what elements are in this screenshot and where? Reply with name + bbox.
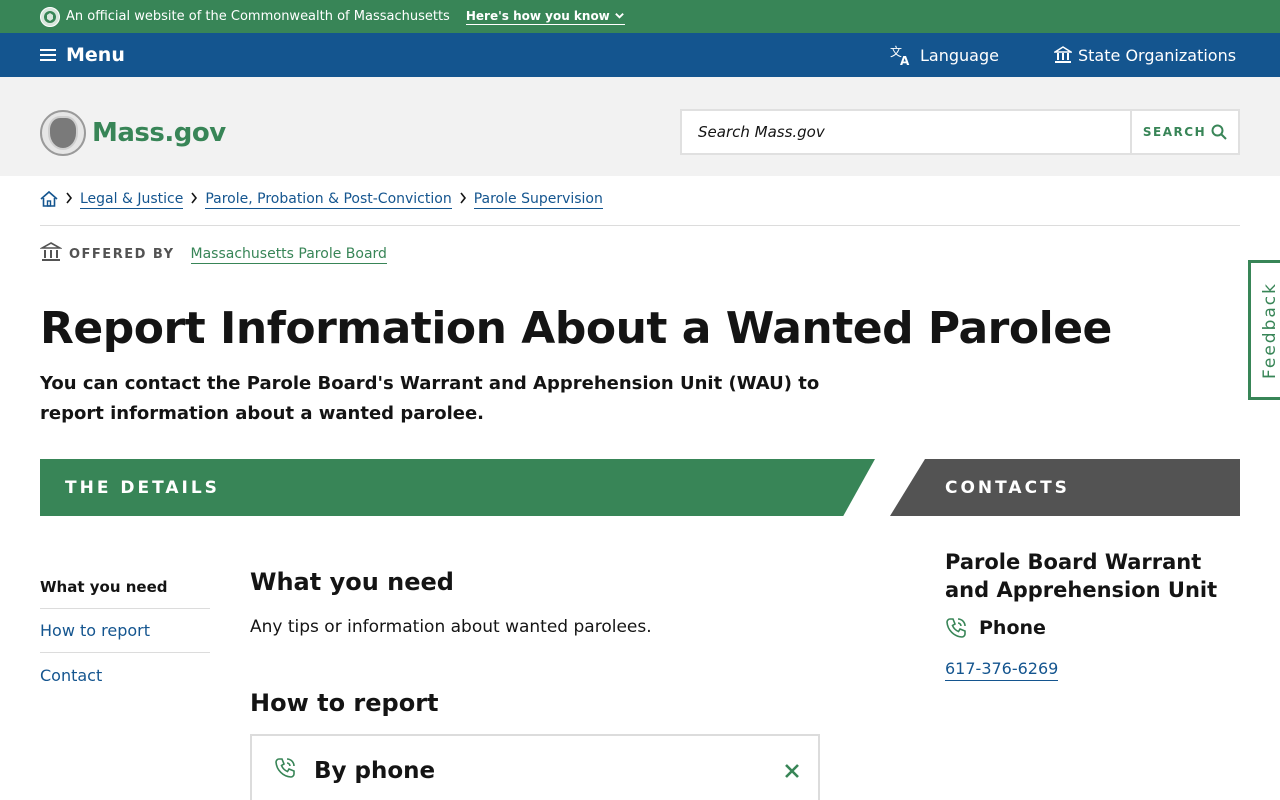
search-form: SEARCH: [680, 109, 1240, 155]
breadcrumb-legal-justice[interactable]: Legal & Justice: [80, 190, 184, 209]
contacts-band: CONTACTS: [890, 459, 1240, 516]
state-organizations-label: State Organizations: [1078, 45, 1237, 65]
hamburger-icon: [40, 49, 56, 61]
menu-label: Menu: [66, 44, 125, 66]
the-details-band: THE DETAILS: [40, 459, 875, 516]
menu-button[interactable]: Menu: [40, 33, 125, 77]
site-header: Mass.gov SEARCH: [0, 77, 1280, 176]
by-phone-label: By phone: [314, 758, 436, 784]
home-icon: [40, 190, 58, 207]
building-icon: [1054, 46, 1072, 63]
by-phone-accordion[interactable]: By phone: [250, 734, 820, 800]
chevron-down-icon: [614, 13, 624, 19]
state-seal-icon: [40, 6, 60, 27]
offered-by-label: OFFERED BY: [69, 246, 175, 262]
heres-how-you-know-label: Here's how you know: [465, 8, 610, 23]
feedback-label: Feedback: [1259, 281, 1280, 379]
building-icon: [38, 241, 64, 267]
contact-name: Parole Board Warrant and Apprehension Un…: [945, 550, 1218, 602]
breadcrumb-parole-supervision[interactable]: Parole Supervision: [473, 190, 603, 209]
search-input[interactable]: [682, 111, 1130, 153]
section-nav-contact[interactable]: Contact: [40, 653, 210, 697]
seal-icon: [40, 110, 86, 156]
section-nav-what-you-need[interactable]: What you need: [40, 565, 210, 609]
utility-nav: Menu 文A Language State Organizations: [0, 33, 1280, 77]
seal-shield: [48, 116, 78, 150]
official-banner: An official website of the Commonwealth …: [0, 0, 1280, 33]
search-icon: [1211, 124, 1227, 140]
heres-how-you-know-link[interactable]: Here's how you know: [465, 8, 625, 25]
phone-icon: [946, 618, 966, 638]
search-button[interactable]: SEARCH: [1130, 111, 1238, 153]
offered-by: OFFERED BY Massachusetts Parole Board: [38, 241, 387, 267]
translate-icon: 文A: [890, 44, 910, 66]
offered-by-org-link[interactable]: Massachusetts Parole Board: [190, 245, 387, 264]
page-lede: You can contact the Parole Board's Warra…: [40, 373, 820, 424]
phone-icon: [275, 758, 295, 778]
official-banner-text: An official website of the Commonwealth …: [66, 9, 450, 24]
chevron-right-icon: [190, 192, 198, 204]
chevron-right-icon: [459, 192, 467, 204]
search-button-label: SEARCH: [1142, 125, 1207, 139]
breadcrumb: Legal & Justice Parole, Probation & Post…: [40, 190, 1240, 226]
close-icon[interactable]: [784, 763, 800, 779]
page-section-nav: What you need How to report Contact: [40, 565, 210, 697]
home-link[interactable]: [40, 190, 58, 212]
mass-gov-logo[interactable]: Mass.gov: [40, 110, 226, 156]
logo-wordmark: Mass.gov: [92, 118, 226, 148]
how-to-report-heading: How to report: [250, 689, 439, 717]
feedback-tab[interactable]: Feedback: [1248, 260, 1280, 400]
what-you-need-heading: What you need: [250, 568, 454, 596]
state-organizations-button[interactable]: State Organizations: [1054, 33, 1236, 77]
language-label: Language: [920, 45, 999, 65]
phone-number-link[interactable]: 617-376-6269: [945, 658, 1059, 681]
page-title: Report Information About a Wanted Parole…: [40, 303, 1112, 354]
what-you-need-text: Any tips or information about wanted par…: [250, 617, 652, 637]
breadcrumb-parole-probation[interactable]: Parole, Probation & Post-Conviction: [205, 190, 452, 209]
section-nav-how-to-report[interactable]: How to report: [40, 609, 210, 653]
chevron-right-icon: [65, 192, 73, 204]
phone-label: Phone: [979, 617, 1046, 639]
language-button[interactable]: 文A Language: [890, 33, 999, 77]
contact-phone-row: Phone: [945, 617, 1046, 639]
svg-text:A: A: [900, 54, 910, 66]
